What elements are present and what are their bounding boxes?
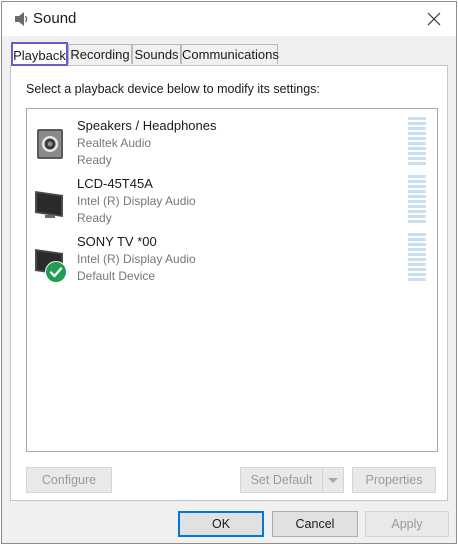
sound-dialog: Sound Playback Recording Sounds Communic… — [1, 1, 457, 544]
device-item-speakers[interactable]: Speakers / Headphones Realtek Audio Read… — [27, 117, 437, 173]
window-title: Sound — [33, 10, 77, 27]
default-check-icon — [45, 261, 67, 283]
ok-button[interactable]: OK — [178, 511, 264, 537]
device-name: SONY TV *00 — [77, 234, 157, 249]
meter-segment — [408, 190, 426, 193]
meter-segment — [408, 243, 426, 246]
meter-segment — [408, 263, 426, 266]
meter-segment — [408, 127, 426, 130]
meter-segment — [408, 142, 426, 145]
tab-recording[interactable]: Recording — [68, 44, 132, 64]
tab-playback[interactable]: Playback — [11, 42, 68, 66]
meter-segment — [408, 268, 426, 271]
meter-segment — [408, 122, 426, 125]
meter-segment — [408, 152, 426, 155]
playback-panel: Select a playback device below to modify… — [10, 65, 448, 501]
device-name: LCD-45T45A — [77, 176, 153, 191]
cancel-button[interactable]: Cancel — [272, 511, 358, 537]
device-status: Ready — [77, 211, 112, 225]
device-driver: Intel (R) Display Audio — [77, 252, 196, 266]
speaker-device-icon — [33, 123, 71, 163]
meter-segment — [408, 215, 426, 218]
device-driver: Intel (R) Display Audio — [77, 194, 196, 208]
device-driver: Realtek Audio — [77, 136, 152, 150]
instructions-text: Select a playback device below to modify… — [26, 82, 320, 96]
properties-button[interactable]: Properties — [352, 467, 436, 493]
speaker-icon — [12, 10, 30, 28]
volume-level-meter — [408, 175, 426, 223]
meter-segment — [408, 238, 426, 241]
close-button[interactable] — [420, 6, 448, 32]
tab-strip: Playback Recording Sounds Communications — [10, 42, 450, 66]
meter-segment — [408, 180, 426, 183]
configure-button[interactable]: Configure — [26, 467, 112, 493]
close-icon — [427, 12, 441, 26]
chevron-down-icon — [328, 478, 338, 483]
device-status: Default Device — [77, 269, 156, 283]
meter-segment — [408, 132, 426, 135]
set-default-button[interactable]: Set Default — [240, 467, 323, 493]
meter-segment — [408, 220, 426, 223]
meter-segment — [408, 253, 426, 256]
meter-segment — [408, 157, 426, 160]
meter-segment — [408, 200, 426, 203]
meter-segment — [408, 258, 426, 261]
meter-segment — [408, 162, 426, 165]
meter-segment — [408, 233, 426, 236]
apply-button[interactable]: Apply — [365, 511, 449, 537]
device-name: Speakers / Headphones — [77, 118, 217, 133]
tab-sounds[interactable]: Sounds — [132, 44, 181, 64]
volume-level-meter — [408, 117, 426, 165]
meter-segment — [408, 195, 426, 198]
title-bar: Sound — [2, 2, 456, 36]
meter-segment — [408, 273, 426, 276]
meter-segment — [408, 278, 426, 281]
meter-segment — [408, 137, 426, 140]
volume-level-meter — [408, 233, 426, 281]
device-list[interactable]: Speakers / Headphones Realtek Audio Read… — [26, 108, 438, 452]
meter-segment — [408, 117, 426, 120]
meter-segment — [408, 185, 426, 188]
device-status: Ready — [77, 153, 112, 167]
set-default-dropdown-button[interactable] — [322, 467, 344, 493]
tab-communications[interactable]: Communications — [181, 44, 279, 64]
meter-segment — [408, 210, 426, 213]
meter-segment — [408, 248, 426, 251]
monitor-device-icon — [33, 181, 71, 221]
meter-segment — [408, 175, 426, 178]
meter-segment — [408, 147, 426, 150]
device-item-lcd[interactable]: LCD-45T45A Intel (R) Display Audio Ready — [27, 175, 437, 231]
meter-segment — [408, 205, 426, 208]
device-item-sony-tv[interactable]: SONY TV *00 Intel (R) Display Audio Defa… — [27, 233, 437, 289]
